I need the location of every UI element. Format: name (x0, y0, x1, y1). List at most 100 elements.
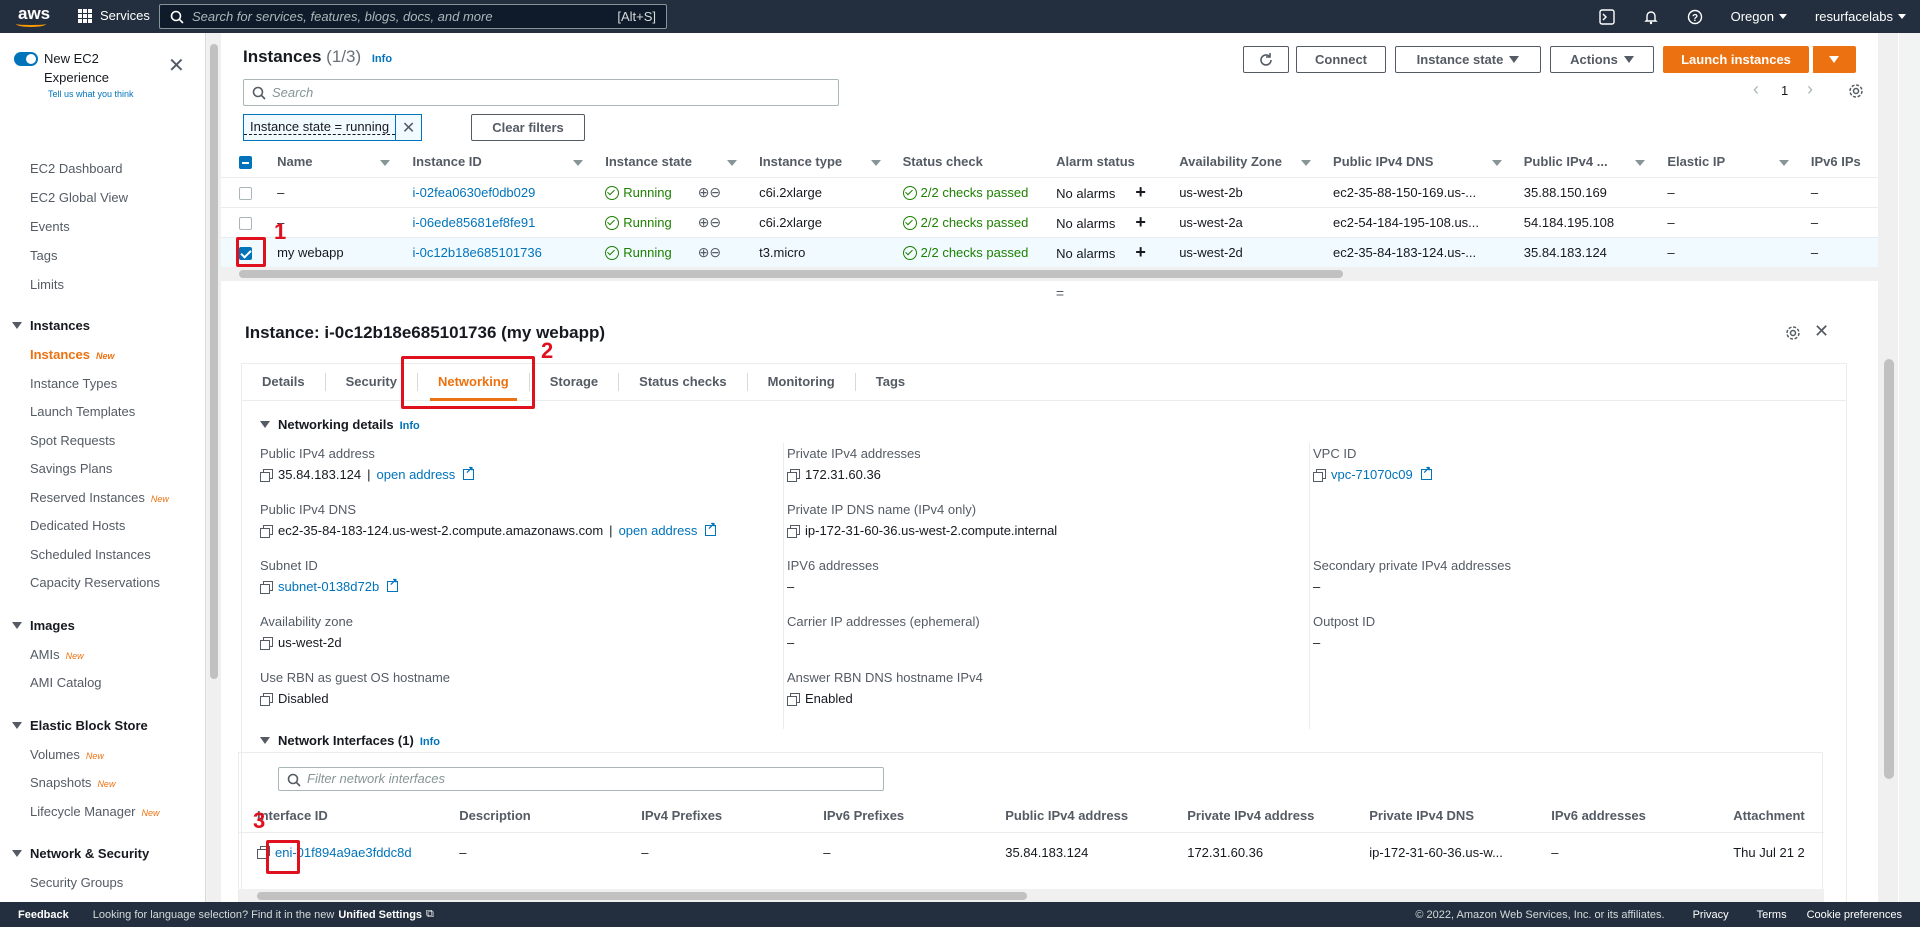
open-address-link[interactable]: open address (619, 523, 698, 538)
privacy-link[interactable]: Privacy (1693, 909, 1729, 921)
table-row[interactable]: – i-06ede85681ef8fe91 Running ⊕⊖ c6i.2xlarge… (221, 207, 1881, 238)
tab-storage[interactable]: Storage (530, 373, 620, 391)
bell-icon[interactable] (1629, 9, 1673, 25)
column-header[interactable]: IPv4 Prefixes (623, 800, 806, 833)
networking-details-header[interactable]: Networking details Info (260, 417, 420, 432)
sidebar-item-volumes[interactable]: Volumes New (30, 747, 104, 762)
sidebar-section-elastic-block-store[interactable]: Elastic Block Store (12, 718, 148, 733)
help-icon[interactable]: ? (1673, 9, 1717, 25)
zoom-out-icon[interactable]: ⊖ (709, 214, 721, 230)
close-panel-icon[interactable]: ✕ (1814, 321, 1829, 342)
sidebar-item-ec2-dashboard[interactable]: EC2 Dashboard (30, 161, 123, 176)
sidebar-item-instance-types[interactable]: Instance Types (30, 376, 117, 391)
sidebar-item-instances[interactable]: Instances New (30, 347, 115, 362)
instance-state-button[interactable]: Instance state (1395, 46, 1541, 73)
column-header[interactable]: IPv6 IPs (1798, 147, 1881, 178)
sidebar-item-scheduled-instances[interactable]: Scheduled Instances (30, 547, 151, 562)
account-menu[interactable]: resurfacelabs (1801, 9, 1920, 24)
tab-monitoring[interactable]: Monitoring (748, 373, 856, 391)
sort-icon[interactable] (1301, 160, 1312, 166)
zoom-in-icon[interactable]: ⊕ (698, 214, 710, 230)
copy-icon[interactable] (787, 692, 800, 706)
column-header[interactable]: IPv6 Prefixes (805, 800, 988, 833)
prev-page-icon[interactable]: ‹ (1753, 79, 1759, 100)
sidebar-item-security-groups[interactable]: Security Groups (30, 875, 123, 890)
column-header[interactable]: Instance type (747, 147, 891, 178)
table-horizontal-scrollbar[interactable] (221, 267, 1881, 281)
sort-icon[interactable] (1635, 160, 1646, 166)
tab-details[interactable]: Details (242, 373, 326, 391)
add-alarm-icon[interactable]: + (1135, 212, 1146, 232)
launch-dropdown-button[interactable] (1812, 46, 1856, 73)
table-row[interactable]: my webapp i-0c12b18e685101736 Running ⊕⊖ t3.… (221, 236, 1881, 268)
settings-gear-icon[interactable] (1848, 83, 1864, 99)
info-link[interactable]: Info (400, 420, 420, 432)
refresh-button[interactable] (1243, 46, 1289, 73)
row-checkbox[interactable] (239, 216, 252, 230)
sort-icon[interactable] (870, 160, 881, 166)
column-header[interactable]: Alarm status (1044, 147, 1168, 178)
column-header[interactable]: Availability Zone (1167, 147, 1322, 178)
new-experience-toggle[interactable]: New EC2 Experience (14, 49, 124, 87)
info-link[interactable]: Info (372, 53, 392, 65)
terms-link[interactable]: Terms (1757, 909, 1787, 921)
tab-tags[interactable]: Tags (856, 373, 925, 391)
instance-id-link[interactable]: i-02fea0630ef0db029 (412, 185, 535, 200)
add-alarm-icon[interactable]: + (1135, 242, 1146, 262)
network-interfaces-header[interactable]: Network Interfaces (1) Info (260, 733, 440, 748)
sort-icon[interactable] (1491, 160, 1502, 166)
row-checkbox[interactable] (239, 186, 252, 200)
column-header[interactable]: Private IPv4 DNS (1351, 800, 1534, 833)
toggle-switch[interactable] (14, 52, 38, 66)
subnet-link[interactable]: subnet-0138d72b (278, 579, 379, 594)
table-row[interactable]: – i-02fea0630ef0db029 Running ⊕⊖ c6i.2xlarge… (221, 177, 1881, 208)
column-header[interactable]: Instance state (593, 147, 748, 178)
detail-scrollbar[interactable] (1878, 33, 1898, 902)
column-header[interactable]: IPv6 addresses (1533, 800, 1716, 833)
page-number[interactable]: 1 (1781, 83, 1788, 98)
tab-status-checks[interactable]: Status checks (619, 373, 748, 391)
filter-token-label[interactable]: Instance state = running (244, 120, 396, 135)
zoom-out-icon[interactable]: ⊖ (709, 244, 721, 260)
select-all-checkbox[interactable] (239, 156, 252, 170)
sidebar-item-ami-catalog[interactable]: AMI Catalog (30, 675, 102, 690)
cookie-preferences-link[interactable]: Cookie preferences (1807, 909, 1902, 921)
tell-us-link[interactable]: Tell us what you think (48, 89, 134, 99)
zoom-in-icon[interactable]: ⊕ (698, 184, 710, 200)
instance-id-link[interactable]: i-0c12b18e685101736 (412, 245, 541, 260)
column-header[interactable]: Elastic IP (1655, 147, 1799, 178)
column-header[interactable]: Name (265, 147, 401, 178)
next-page-icon[interactable]: › (1807, 79, 1813, 100)
close-icon[interactable]: ✕ (168, 53, 185, 78)
column-header[interactable]: Interface ID (239, 800, 442, 833)
sidebar-item-events[interactable]: Events (30, 219, 70, 234)
table-row[interactable]: eni-01f894a9ae3fddc8d – – –35.84.183.124 172… (239, 832, 1824, 872)
sort-icon[interactable] (1778, 160, 1789, 166)
sidebar-item-snapshots[interactable]: Snapshots New (30, 775, 115, 790)
copy-icon[interactable] (260, 468, 273, 482)
sidebar-item-ec2-global-view[interactable]: EC2 Global View (30, 190, 128, 205)
column-header[interactable]: Public IPv4 ... (1511, 147, 1656, 178)
vpc-link[interactable]: vpc-71070c09 (1331, 467, 1413, 482)
sidebar-section-network-security[interactable]: Network & Security (12, 846, 149, 861)
sidebar-item-spot-requests[interactable]: Spot Requests (30, 433, 115, 448)
copy-icon[interactable] (260, 524, 273, 538)
column-header[interactable]: Status check (890, 147, 1045, 178)
column-header[interactable]: Private IPv4 address (1169, 800, 1352, 833)
instance-search-input[interactable]: Search (243, 79, 839, 106)
copy-icon[interactable] (260, 636, 273, 650)
info-link[interactable]: Info (420, 736, 440, 748)
ni-horizontal-scrollbar[interactable] (239, 889, 1824, 903)
clear-filters-button[interactable]: Clear filters (471, 114, 585, 141)
global-search-input[interactable]: Search for services, features, blogs, do… (159, 4, 667, 29)
copy-icon[interactable] (787, 468, 800, 482)
launch-instances-button[interactable]: Launch instances (1663, 46, 1809, 73)
unified-settings-link[interactable]: Unified Settings (338, 909, 422, 921)
sidebar-item-tags[interactable]: Tags (30, 248, 57, 263)
services-menu[interactable]: Services (78, 8, 150, 23)
column-header[interactable]: Public IPv4 address (987, 800, 1170, 833)
sidebar-item-dedicated-hosts[interactable]: Dedicated Hosts (30, 518, 125, 533)
sidebar-item-limits[interactable]: Limits (30, 277, 64, 292)
filter-token[interactable]: Instance state = running ✕ (243, 114, 423, 141)
sort-icon[interactable] (380, 160, 391, 166)
